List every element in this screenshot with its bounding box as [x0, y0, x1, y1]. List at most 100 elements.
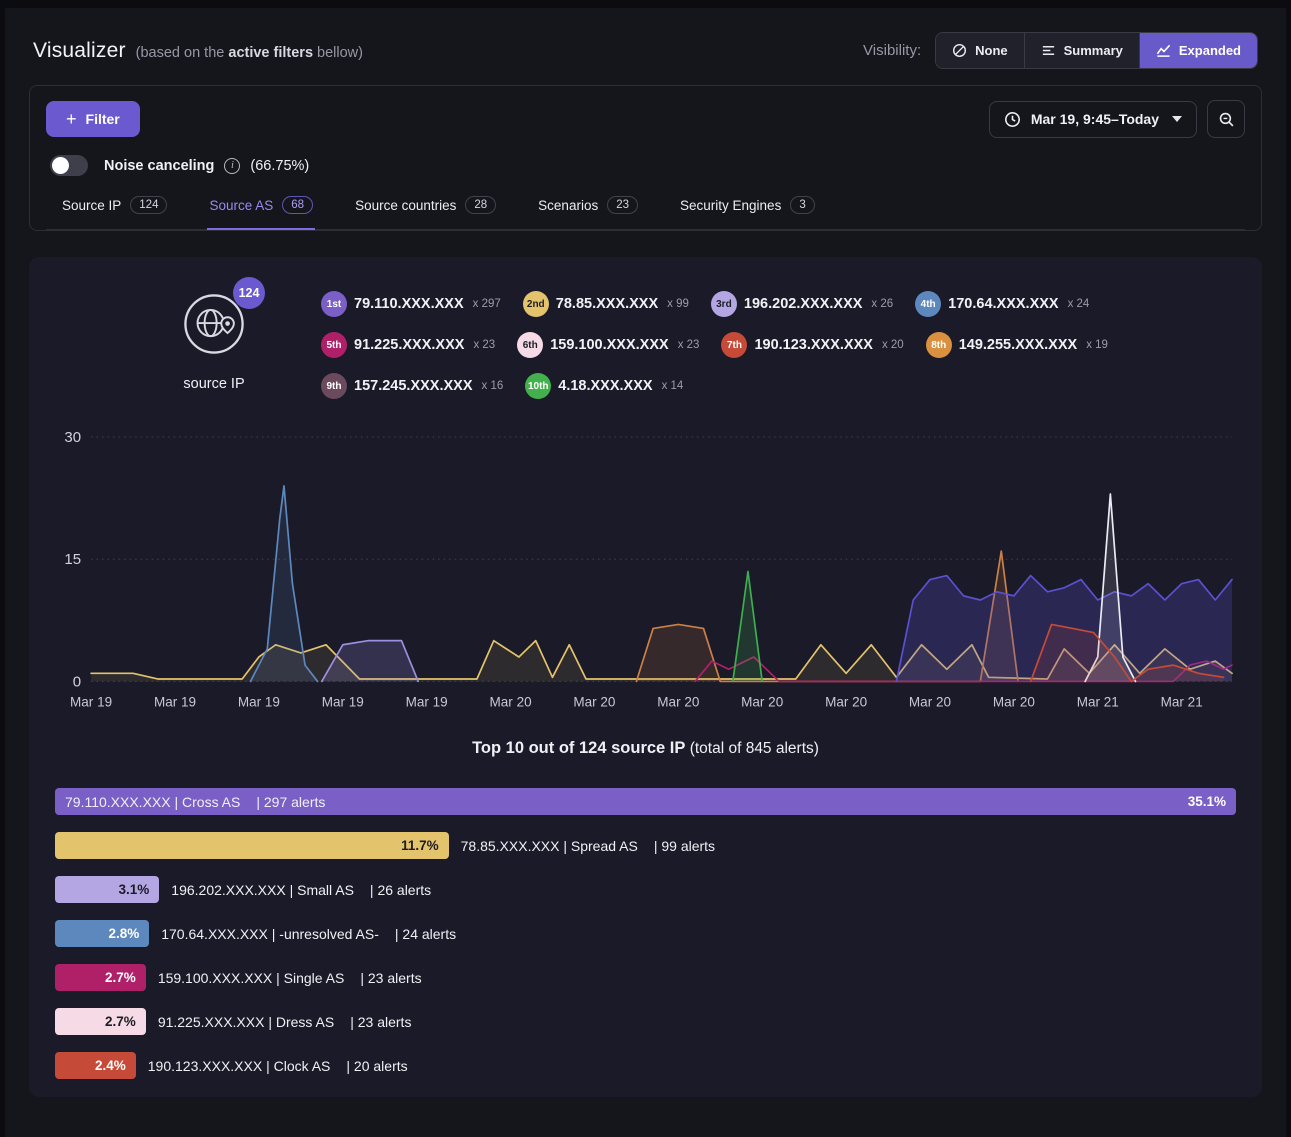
bar-percentage: 2.8%: [108, 926, 139, 941]
page-title: Visualizer: [33, 39, 126, 63]
noise-canceling-toggle[interactable]: [50, 155, 88, 176]
tab-count-badge: 3: [790, 196, 814, 214]
tab-count-badge: 68: [282, 196, 313, 214]
bar-ip-as: 190.123.XXX.XXX | Clock AS: [148, 1058, 331, 1074]
filter-tab[interactable]: Source IP 124: [60, 186, 169, 230]
svg-text:Mar 19: Mar 19: [70, 694, 112, 709]
top-bar[interactable]: 170.64.XXX.XXX | -unresolved AS-| 24 ale…: [55, 920, 149, 947]
rank-badge: 2nd: [523, 291, 549, 317]
bar-alerts: | 24 alerts: [395, 926, 456, 942]
visibility-summary-button[interactable]: Summary: [1024, 33, 1139, 68]
filter-tab[interactable]: Scenarios 23: [536, 186, 640, 230]
search-button[interactable]: [1207, 100, 1245, 138]
legend-count: x 20: [882, 339, 904, 351]
visualizer-page: Visualizer (based on the active filters …: [5, 8, 1286, 1137]
rank-badge: 5th: [321, 332, 347, 358]
tab-label: Source countries: [355, 198, 456, 213]
top-bar[interactable]: 79.110.XXX.XXX | Cross AS| 297 alerts 35…: [55, 788, 1236, 815]
date-range-button[interactable]: Mar 19, 9:45–Today: [989, 101, 1197, 138]
clock-icon: [1004, 111, 1021, 128]
title-wrap: Visualizer (based on the active filters …: [33, 39, 363, 63]
bar-ip-as: 170.64.XXX.XXX | -unresolved AS-: [161, 926, 379, 942]
visibility-summary-label: Summary: [1064, 43, 1123, 58]
bar-label: 196.202.XXX.XXX | Small AS| 26 alerts: [171, 882, 431, 898]
legend-item[interactable]: 5th 91.225.XXX.XXX x 23: [321, 332, 495, 358]
top-bar-row: 170.64.XXX.XXX | -unresolved AS- | 24 ale…: [55, 920, 1236, 947]
filter-tab[interactable]: Security Engines 3: [678, 186, 817, 230]
top-bar-row: 78.85.XXX.XXX | Spread AS| 99 alerts 11.…: [55, 832, 1236, 859]
svg-text:Mar 19: Mar 19: [322, 694, 364, 709]
svg-text:Mar 20: Mar 20: [490, 694, 532, 709]
bar-alerts: | 26 alerts: [370, 882, 431, 898]
bar-ip-as: 91.225.XXX.XXX | Dress AS: [158, 1014, 334, 1030]
legend-count: x 297: [473, 298, 501, 310]
info-icon[interactable]: i: [224, 158, 240, 174]
filter-tab[interactable]: Source countries 28: [353, 186, 498, 230]
legend-ip: 170.64.XXX.XXX: [948, 296, 1058, 312]
visibility-label: Visibility:: [863, 42, 921, 59]
legend-ip: 78.85.XXX.XXX: [556, 296, 658, 312]
svg-text:Mar 19: Mar 19: [406, 694, 448, 709]
plus-icon: +: [66, 112, 77, 126]
top-bar[interactable]: 91.225.XXX.XXX | Dress AS| 23 alerts 2.7…: [55, 1008, 146, 1035]
legend-count: x 23: [678, 339, 700, 351]
legend-item[interactable]: 10th 4.18.XXX.XXX x 14: [525, 373, 683, 399]
visibility-expanded-label: Expanded: [1179, 43, 1241, 58]
tab-label: Scenarios: [538, 198, 598, 213]
legend-item[interactable]: 4th 170.64.XXX.XXX x 24: [915, 291, 1089, 317]
top-bar[interactable]: 159.100.XXX.XXX | Single AS| 23 alerts 2…: [55, 964, 146, 991]
svg-text:Mar 21: Mar 21: [1077, 694, 1119, 709]
tab-count-badge: 124: [130, 196, 167, 214]
noise-canceling-row: Noise canceling i (66.75%): [46, 155, 1245, 176]
bar-alerts: | 20 alerts: [346, 1058, 407, 1074]
filter-panel: + Filter Mar 19, 9:45–Today Noise can: [29, 85, 1262, 231]
top-list-bars: 79.110.XXX.XXX | Cross AS| 297 alerts 35…: [53, 788, 1238, 1079]
top-bar[interactable]: 78.85.XXX.XXX | Spread AS| 99 alerts 11.…: [55, 832, 449, 859]
legend-item[interactable]: 9th 157.245.XXX.XXX x 16: [321, 373, 503, 399]
legend-item[interactable]: 2nd 78.85.XXX.XXX x 99: [523, 291, 689, 317]
bar-alerts: | 23 alerts: [350, 1014, 411, 1030]
add-filter-button[interactable]: + Filter: [46, 101, 140, 137]
bar-ip-as: 159.100.XXX.XXX | Single AS: [158, 970, 345, 986]
bar-percentage: 2.4%: [95, 1058, 126, 1073]
legend-item[interactable]: 6th 159.100.XXX.XXX x 23: [517, 332, 699, 358]
bar-label: 78.85.XXX.XXX | Spread AS| 99 alerts: [461, 838, 715, 854]
svg-text:30: 30: [64, 429, 81, 446]
visibility-none-label: None: [975, 43, 1008, 58]
top-bar-row: 91.225.XXX.XXX | Dress AS| 23 alerts 2.7…: [55, 1008, 1236, 1035]
legend-item[interactable]: 8th 149.255.XXX.XXX x 19: [926, 332, 1108, 358]
svg-text:0: 0: [73, 673, 81, 690]
entity-icon-wrap: 124: [183, 293, 245, 355]
filter-row: + Filter Mar 19, 9:45–Today: [46, 100, 1245, 138]
filter-right-controls: Mar 19, 9:45–Today: [989, 100, 1245, 138]
toggle-knob: [52, 157, 69, 174]
bar-percentage: 35.1%: [1188, 794, 1226, 809]
legend-count: x 23: [473, 339, 495, 351]
rank-badge: 3rd: [711, 291, 737, 317]
visibility-none-button[interactable]: None: [936, 33, 1024, 68]
filter-tab[interactable]: Source AS 68: [207, 186, 315, 230]
noise-canceling-label: Noise canceling: [104, 158, 214, 174]
bar-alerts: | 23 alerts: [360, 970, 421, 986]
page-subtitle: (based on the active filters bellow): [136, 45, 363, 61]
date-range-label: Mar 19, 9:45–Today: [1031, 111, 1159, 127]
legend-item[interactable]: 3rd 196.202.XXX.XXX x 26: [711, 291, 893, 317]
line-chart-icon: [1156, 43, 1171, 58]
rank-badge: 7th: [721, 332, 747, 358]
legend-item[interactable]: 7th 190.123.XXX.XXX x 20: [721, 332, 903, 358]
rank-badge: 1st: [321, 291, 347, 317]
visibility-expanded-button[interactable]: Expanded: [1139, 33, 1257, 68]
top-bar[interactable]: 196.202.XXX.XXX | Small AS| 26 alerts 3.…: [55, 876, 159, 903]
chevron-down-icon: [1172, 116, 1182, 122]
bar-label-inside: 79.110.XXX.XXX | Cross AS| 297 alerts: [65, 794, 325, 810]
legend-count: x 14: [662, 380, 684, 392]
top-bar-row: 190.123.XXX.XXX | Clock AS | 20 alerts 2.…: [55, 1052, 1236, 1079]
timeline-chart[interactable]: 01530Mar 19Mar 19Mar 19Mar 19Mar 19Mar 2…: [53, 423, 1238, 715]
entity-summary: 124 source IP: [149, 283, 279, 392]
legend-item[interactable]: 1st 79.110.XXX.XXX x 297: [321, 291, 501, 317]
rank-badge: 9th: [321, 373, 347, 399]
top-bar[interactable]: 190.123.XXX.XXX | Clock AS| 20 alerts 2.…: [55, 1052, 136, 1079]
chart-legend: 1st 79.110.XXX.XXX x 297 2nd 78.85.XXX.X…: [321, 291, 1201, 399]
legend-count: x 19: [1086, 339, 1108, 351]
bar-label: 190.123.XXX.XXX | Clock AS | 20 alerts: [148, 1058, 408, 1074]
